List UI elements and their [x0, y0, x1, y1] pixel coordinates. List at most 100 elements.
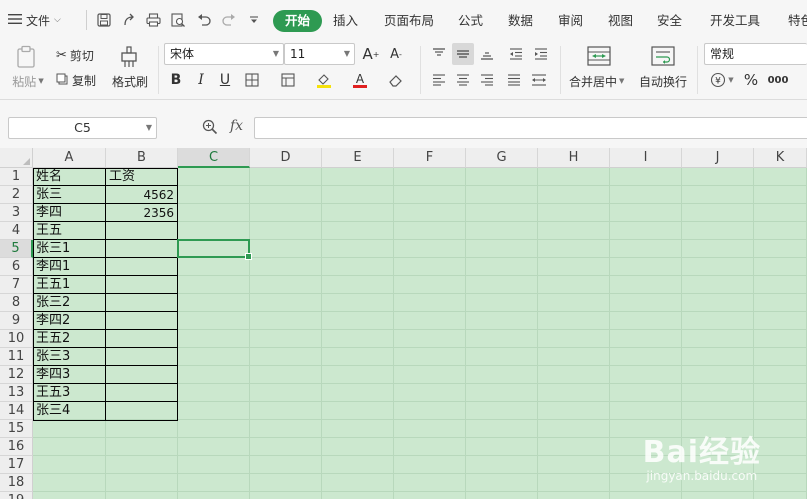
align-bottom-icon[interactable]: [476, 43, 498, 65]
cell-a12[interactable]: 李四3: [33, 366, 105, 384]
number-format-select[interactable]: 常规: [704, 43, 807, 65]
row-header-18[interactable]: 18: [0, 474, 33, 492]
tab-insert[interactable]: 插入: [333, 10, 358, 32]
eraser-icon[interactable]: [385, 69, 407, 91]
bold-icon[interactable]: B: [165, 69, 187, 91]
row-header-7[interactable]: 7: [0, 276, 33, 294]
tab-data[interactable]: 数据: [508, 10, 533, 32]
row-header-10[interactable]: 10: [0, 330, 33, 348]
format-painter-button[interactable]: 格式刷: [110, 72, 150, 90]
cell-b1[interactable]: 工资: [106, 168, 177, 186]
row-header-12[interactable]: 12: [0, 366, 33, 384]
increase-font-size-icon[interactable]: A +: [360, 43, 382, 65]
align-center-icon[interactable]: [452, 69, 474, 91]
align-top-icon[interactable]: [428, 43, 450, 65]
print-icon[interactable]: [143, 10, 163, 30]
row-header-4[interactable]: 4: [0, 222, 33, 240]
redo-icon[interactable]: [219, 10, 239, 30]
wrap-text-icon[interactable]: [650, 44, 676, 68]
cell-a1[interactable]: 姓名: [33, 168, 105, 186]
increase-indent-icon[interactable]: [530, 43, 552, 65]
cell-a7[interactable]: 王五1: [33, 276, 105, 294]
row-header-5[interactable]: 5: [0, 240, 33, 258]
cell-a8[interactable]: 张三2: [33, 294, 105, 312]
column-header-f[interactable]: F: [394, 148, 466, 168]
tab-developer[interactable]: 开发工具: [710, 10, 760, 32]
column-header-d[interactable]: D: [250, 148, 322, 168]
cell-a2[interactable]: 张三: [33, 186, 105, 204]
underline-icon[interactable]: U: [214, 69, 236, 91]
column-header-b[interactable]: B: [106, 148, 178, 168]
row-header-9[interactable]: 9: [0, 312, 33, 330]
row-header-16[interactable]: 16: [0, 438, 33, 456]
cell-a4[interactable]: 王五: [33, 222, 105, 240]
cell-a10[interactable]: 王五2: [33, 330, 105, 348]
column-header-g[interactable]: G: [466, 148, 538, 168]
tab-special[interactable]: 特色: [788, 10, 807, 32]
tab-review[interactable]: 审阅: [558, 10, 583, 32]
tab-home[interactable]: 开始: [273, 10, 323, 32]
cell-a11[interactable]: 张三3: [33, 348, 105, 366]
tab-formulas[interactable]: 公式: [458, 10, 483, 32]
cell-a3[interactable]: 李四: [33, 204, 105, 222]
cut-button[interactable]: ✂ 剪切: [56, 46, 94, 64]
row-header-1[interactable]: 1: [0, 168, 33, 186]
merge-center-button[interactable]: 合并居中 ▼: [569, 72, 624, 90]
column-header-c[interactable]: C: [178, 148, 250, 168]
column-header-h[interactable]: H: [538, 148, 610, 168]
thousands-separator-icon[interactable]: 000: [767, 69, 789, 91]
decrease-font-size-icon[interactable]: A-: [385, 43, 407, 65]
font-size-select[interactable]: 11 ▼: [284, 43, 355, 65]
font-name-select[interactable]: 宋体 ▼: [164, 43, 284, 65]
row-header-8[interactable]: 8: [0, 294, 33, 312]
row-header-19[interactable]: 19: [0, 492, 33, 499]
fill-color-icon[interactable]: [313, 69, 335, 91]
row-header-3[interactable]: 3: [0, 204, 33, 222]
name-box[interactable]: C5 ▼: [8, 117, 157, 139]
wrap-text-button[interactable]: 自动换行: [639, 72, 687, 90]
save-icon[interactable]: [94, 10, 114, 30]
active-cell-selection[interactable]: [177, 239, 252, 260]
tab-view[interactable]: 视图: [608, 10, 633, 32]
cell-a6[interactable]: 李四1: [33, 258, 105, 276]
paste-button[interactable]: 粘贴 ▼: [10, 72, 46, 90]
file-menu[interactable]: 文件 ⌵: [8, 8, 61, 32]
row-header-15[interactable]: 15: [0, 420, 33, 438]
undo-icon[interactable]: [194, 10, 214, 30]
borders-icon[interactable]: [241, 69, 263, 91]
column-header-a[interactable]: A: [33, 148, 106, 168]
decrease-indent-icon[interactable]: [505, 43, 527, 65]
insert-function-icon[interactable]: fx: [230, 118, 243, 134]
italic-icon[interactable]: I: [190, 69, 212, 91]
align-left-icon[interactable]: [428, 69, 450, 91]
align-middle-icon[interactable]: [452, 43, 474, 65]
row-header-13[interactable]: 13: [0, 384, 33, 402]
distributed-icon[interactable]: [528, 69, 550, 91]
column-header-i[interactable]: I: [610, 148, 682, 168]
column-header-k[interactable]: K: [754, 148, 807, 168]
tab-page-layout[interactable]: 页面布局: [384, 10, 434, 32]
font-color-icon[interactable]: A: [349, 69, 371, 91]
row-header-11[interactable]: 11: [0, 348, 33, 366]
column-header-e[interactable]: E: [322, 148, 394, 168]
cell-style-icon[interactable]: [277, 69, 299, 91]
row-header-6[interactable]: 6: [0, 258, 33, 276]
copy-button[interactable]: 复制: [56, 71, 96, 89]
cell-a5[interactable]: 张三1: [33, 240, 105, 258]
zoom-search-icon[interactable]: [202, 119, 218, 138]
row-header-2[interactable]: 2: [0, 186, 33, 204]
cell-a9[interactable]: 李四2: [33, 312, 105, 330]
row-header-14[interactable]: 14: [0, 402, 33, 420]
merge-center-icon[interactable]: [586, 44, 612, 68]
justify-icon[interactable]: [503, 69, 525, 91]
cell-b3[interactable]: 2356: [106, 204, 177, 222]
print-preview-icon[interactable]: [168, 10, 188, 30]
cell-a13[interactable]: 王五3: [33, 384, 105, 402]
percent-format-icon[interactable]: %: [740, 69, 762, 91]
select-all-corner[interactable]: [0, 148, 33, 168]
customize-quick-access-icon[interactable]: [244, 10, 264, 30]
row-header-17[interactable]: 17: [0, 456, 33, 474]
currency-format-icon[interactable]: ¥ ▼: [707, 69, 737, 91]
cell-a14[interactable]: 张三4: [33, 402, 105, 420]
cell-b2[interactable]: 4562: [106, 186, 177, 204]
